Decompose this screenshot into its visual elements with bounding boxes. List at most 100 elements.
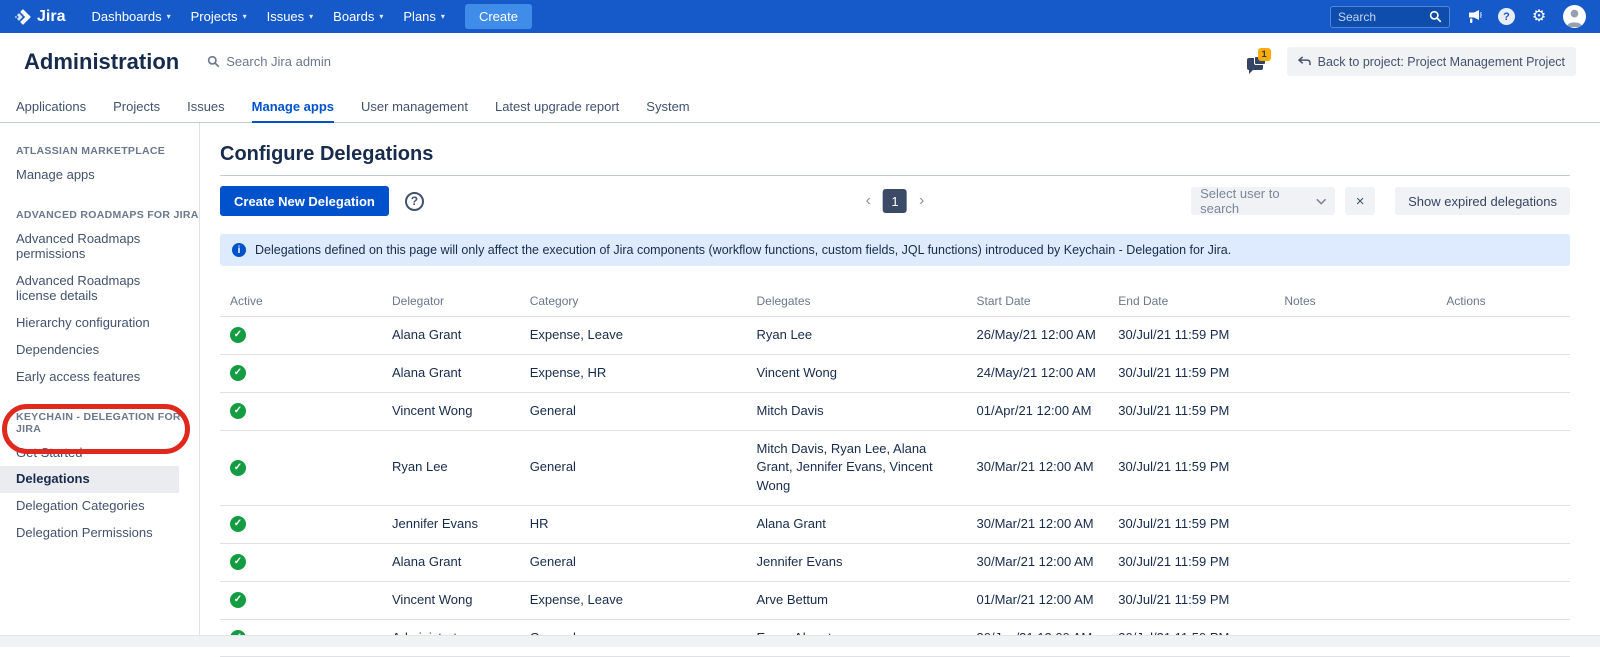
topnav-menu: Dashboards ▾ Projects▾ Issues ▾ Boards▾Plans▾ xyxy=(81,0,454,33)
cell-category: HR xyxy=(520,506,747,544)
topnav-item-dashboards[interactable]: Dashboards ▾ xyxy=(81,0,180,33)
topnav-item-label: Dashboards xyxy=(91,9,161,24)
sidebar-item-hierarchy-configuration[interactable]: Hierarchy configuration xyxy=(16,310,184,337)
cell-notes xyxy=(1274,430,1436,506)
tab-manage-apps[interactable]: Manage apps xyxy=(252,90,334,122)
delegations-table: ActiveDelegatorCategoryDelegatesStart Da… xyxy=(220,291,1570,657)
return-arrow-icon xyxy=(1298,56,1311,67)
admin-search-placeholder: Search Jira admin xyxy=(226,54,331,69)
topnav-item-label: Plans xyxy=(403,9,436,24)
global-search-input[interactable]: Search xyxy=(1330,6,1450,28)
current-page-button[interactable]: 1 xyxy=(883,189,907,213)
column-header-active: Active xyxy=(220,291,382,317)
sidebar-item-advanced-roadmaps-permissions[interactable]: Advanced Roadmaps permissions xyxy=(16,226,184,268)
tab-projects[interactable]: Projects xyxy=(113,90,160,122)
cell-end-date: 30/Jul/21 11:59 PM xyxy=(1108,317,1274,355)
cell-active: ✓ xyxy=(220,506,382,544)
chevron-down-icon xyxy=(1316,198,1326,205)
cell-active: ✓ xyxy=(220,354,382,392)
create-button[interactable]: Create xyxy=(465,4,532,29)
tab-issues[interactable]: Issues xyxy=(187,90,225,122)
admin-tabs: Applications Projects Issues Manage apps Use… xyxy=(0,90,1600,123)
cell-category: General xyxy=(520,430,747,506)
settings-gear-icon[interactable]: ⚙ xyxy=(1530,8,1548,26)
cell-actions xyxy=(1436,581,1570,619)
cell-category: General xyxy=(520,392,747,430)
show-expired-delegations-button[interactable]: Show expired delegations xyxy=(1395,187,1570,215)
topnav-item-boards[interactable]: Boards▾ xyxy=(323,0,393,33)
admin-header-right: 1 Back to project: Project Management Pr… xyxy=(1247,47,1576,76)
sidebar-item-manage-apps[interactable]: Manage apps xyxy=(16,162,184,189)
notification-badge: 1 xyxy=(1258,48,1271,61)
admin-search-input[interactable]: Search Jira admin xyxy=(207,54,331,69)
sidebar-item-dependencies[interactable]: Dependencies xyxy=(16,337,184,364)
active-check-icon: ✓ xyxy=(230,516,246,532)
cell-end-date: 30/Jul/21 11:59 PM xyxy=(1108,581,1274,619)
cell-start-date: 30/Mar/21 12:00 AM xyxy=(967,430,1109,506)
table-row: ✓Alana GrantExpense, HRVincent Wong24/Ma… xyxy=(220,354,1570,392)
cell-actions xyxy=(1436,354,1570,392)
back-to-project-button[interactable]: Back to project: Project Management Proj… xyxy=(1287,47,1576,76)
next-page-arrow[interactable]: › xyxy=(919,193,924,209)
sidebar-item-delegations[interactable]: Delegations xyxy=(0,466,179,493)
cell-notes xyxy=(1274,317,1436,355)
cell-category: Expense, HR xyxy=(520,354,747,392)
chevron-down-icon: ▾ xyxy=(167,12,171,21)
active-check-icon: ✓ xyxy=(230,327,246,343)
table-row: ✓Ryan LeeGeneralMitch Davis, Ryan Lee, A… xyxy=(220,430,1570,506)
column-header-notes: Notes xyxy=(1274,291,1436,317)
sidebar-item-get-started[interactable]: Get Started xyxy=(16,440,184,467)
sidebar-section-header: ADVANCED ROADMAPS FOR JIRA xyxy=(16,209,199,221)
tab-latest-upgrade-report[interactable]: Latest upgrade report xyxy=(495,90,619,122)
prev-page-arrow[interactable]: ‹ xyxy=(866,193,871,209)
topnav-item-plans[interactable]: Plans▾ xyxy=(393,0,455,33)
global-search-placeholder: Search xyxy=(1338,10,1376,24)
table-row: ✓Alana GrantExpense, LeaveRyan Lee26/May… xyxy=(220,317,1570,355)
cell-delegates: Ryan Lee xyxy=(746,317,966,355)
help-icon[interactable]: ? xyxy=(405,192,424,211)
clear-filter-button[interactable]: × xyxy=(1345,187,1375,215)
topnav-item-issues[interactable]: Issues ▾ xyxy=(257,0,324,33)
notifications-icon[interactable]: 1 xyxy=(1247,51,1271,73)
tab-user-management[interactable]: User management xyxy=(361,90,468,122)
sidebar: ATLASSIAN MARKETPLACE Manage apps ADVANCED… xyxy=(0,123,200,635)
cell-start-date: 30/Mar/21 12:00 AM xyxy=(967,506,1109,544)
select-user-dropdown[interactable]: Select user to search xyxy=(1191,187,1335,215)
topnav-item-label: Issues xyxy=(267,9,305,24)
active-check-icon: ✓ xyxy=(230,592,246,608)
toolbar-right: Select user to search × Show expired del… xyxy=(1191,187,1570,215)
announcements-icon[interactable] xyxy=(1465,8,1483,26)
search-icon xyxy=(207,55,220,68)
sidebar-item-delegation-categories[interactable]: Delegation Categories xyxy=(16,493,184,520)
info-icon: i xyxy=(232,243,246,257)
sidebar-item-delegation-permissions[interactable]: Delegation Permissions xyxy=(16,520,184,547)
sidebar-section-keychain-delegation-for-jira: KEYCHAIN - DELEGATION FOR JIRAGet Starte… xyxy=(16,411,199,548)
cell-active: ✓ xyxy=(220,430,382,506)
user-avatar[interactable] xyxy=(1563,5,1586,28)
back-to-project-label: Back to project: Project Management Proj… xyxy=(1318,55,1565,69)
column-header-delegator: Delegator xyxy=(382,291,520,317)
cell-notes xyxy=(1274,354,1436,392)
cell-actions xyxy=(1436,392,1570,430)
cell-actions xyxy=(1436,430,1570,506)
cell-active: ✓ xyxy=(220,581,382,619)
create-new-delegation-button[interactable]: Create New Delegation xyxy=(220,186,389,216)
chevron-down-icon: ▾ xyxy=(309,12,313,21)
topnav-item-label: Projects xyxy=(191,9,238,24)
cell-actions xyxy=(1436,317,1570,355)
topnav-item-label: Boards xyxy=(333,9,374,24)
jira-logo-icon xyxy=(14,8,32,26)
jira-logo[interactable]: Jira xyxy=(14,8,65,26)
sidebar-section-header: ATLASSIAN MARKETPLACE xyxy=(16,145,199,157)
cell-delegator: Vincent Wong xyxy=(382,581,520,619)
tab-applications[interactable]: Applications xyxy=(16,90,86,122)
page-title-administration: Administration xyxy=(24,49,179,75)
cell-delegates: Arve Bettum xyxy=(746,581,966,619)
topnav-item-projects[interactable]: Projects▾ xyxy=(181,0,257,33)
tab-system[interactable]: System xyxy=(646,90,689,122)
help-menu-icon[interactable]: ? xyxy=(1498,8,1515,25)
bottom-scrollbar-strip xyxy=(0,635,1600,647)
sidebar-item-advanced-roadmaps-license-details[interactable]: Advanced Roadmaps license details xyxy=(16,268,184,310)
jira-admin-page: { "colors": { "nav_blue": "#1659C8", "ac… xyxy=(0,0,1600,647)
sidebar-item-early-access-features[interactable]: Early access features xyxy=(16,364,184,391)
